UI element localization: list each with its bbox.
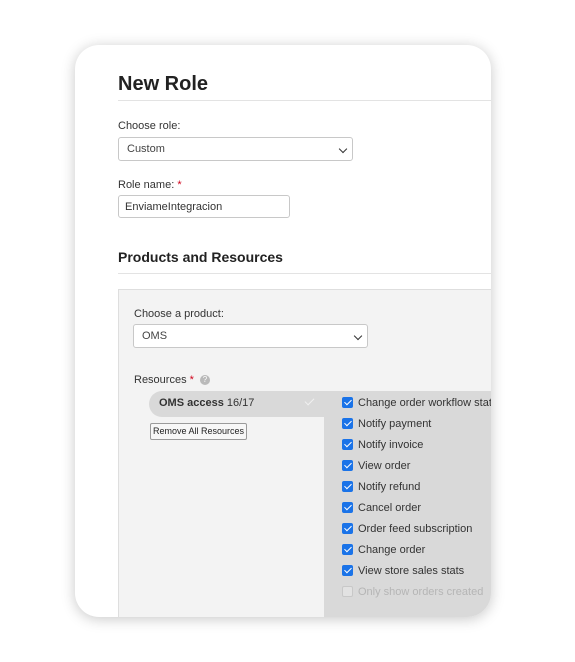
resource-item[interactable]: View order (324, 458, 491, 474)
checkbox[interactable] (342, 481, 353, 492)
required-mark: * (177, 179, 182, 191)
resource-item[interactable]: View store sales stats (324, 563, 491, 579)
checkbox[interactable] (342, 397, 353, 408)
checkbox[interactable] (342, 523, 353, 534)
choose-product-label: Choose a product: (134, 308, 224, 320)
resource-label: View order (358, 460, 411, 472)
resource-label: Only show orders created (358, 586, 484, 598)
product-item-oms[interactable]: OMS access 16/17 (149, 391, 324, 417)
checkbox[interactable] (342, 565, 353, 576)
resources-label: Resources * ? (134, 374, 210, 386)
checkbox[interactable] (342, 439, 353, 450)
resource-label: Order feed subscription (358, 523, 473, 535)
resource-label: View store sales stats (358, 565, 465, 577)
choose-role-value: Custom (127, 143, 165, 155)
resource-label: Cancel order (358, 502, 421, 514)
role-name-input[interactable]: EnviameIntegracion (118, 195, 290, 218)
choose-role-select[interactable]: Custom (118, 137, 353, 161)
role-name-value: EnviameIntegracion (125, 201, 223, 213)
page-title: New Role (118, 73, 209, 95)
resource-item[interactable]: Order feed subscription (324, 521, 491, 537)
role-form: New Role Choose role: Custom Role name: … (118, 45, 491, 617)
checkbox[interactable] (342, 418, 353, 429)
section-divider (118, 273, 491, 274)
resource-item[interactable]: Notify refund (324, 479, 491, 495)
checkbox[interactable] (342, 502, 353, 513)
resource-item[interactable]: Change order workflow status (324, 395, 491, 411)
check-icon (304, 395, 315, 406)
products-panel: Choose a product: OMS Resources * ? OMS … (118, 289, 491, 617)
role-name-label: Role name: * (118, 179, 182, 191)
resource-item[interactable]: Change order (324, 542, 491, 558)
product-count: 16/17 (226, 397, 255, 409)
choose-product-value: OMS (142, 330, 168, 342)
checkbox[interactable] (342, 460, 353, 471)
resource-item[interactable]: Only show orders created (324, 584, 491, 600)
checkbox[interactable] (342, 586, 353, 597)
resource-item[interactable]: Notify invoice (324, 437, 491, 453)
remove-all-resources-button[interactable]: Remove All Resources (150, 423, 247, 440)
resource-label: Notify refund (358, 481, 421, 493)
resource-item[interactable]: Notify payment (324, 416, 491, 432)
checkbox[interactable] (342, 544, 353, 555)
role-name-label-text: Role name: (118, 179, 175, 191)
resource-label: Notify invoice (358, 439, 424, 451)
resource-label: Notify payment (358, 418, 432, 430)
help-icon[interactable]: ? (199, 375, 210, 386)
resource-list: Change order workflow status Notify paym… (324, 391, 491, 617)
resource-item[interactable]: Cancel order (324, 500, 491, 516)
choose-product-select[interactable]: OMS (133, 324, 368, 348)
title-divider (118, 100, 491, 101)
role-card: New Role Choose role: Custom Role name: … (75, 45, 491, 617)
choose-role-label: Choose role: (118, 120, 181, 132)
resource-label: Change order (358, 544, 426, 556)
required-mark: * (189, 374, 194, 386)
chevron-down-icon (353, 331, 363, 341)
product-name: OMS access (159, 397, 224, 409)
resource-label: Change order workflow status (358, 397, 491, 409)
section-title: Products and Resources (118, 249, 283, 265)
chevron-down-icon (338, 144, 348, 154)
resources-label-text: Resources (134, 374, 187, 386)
